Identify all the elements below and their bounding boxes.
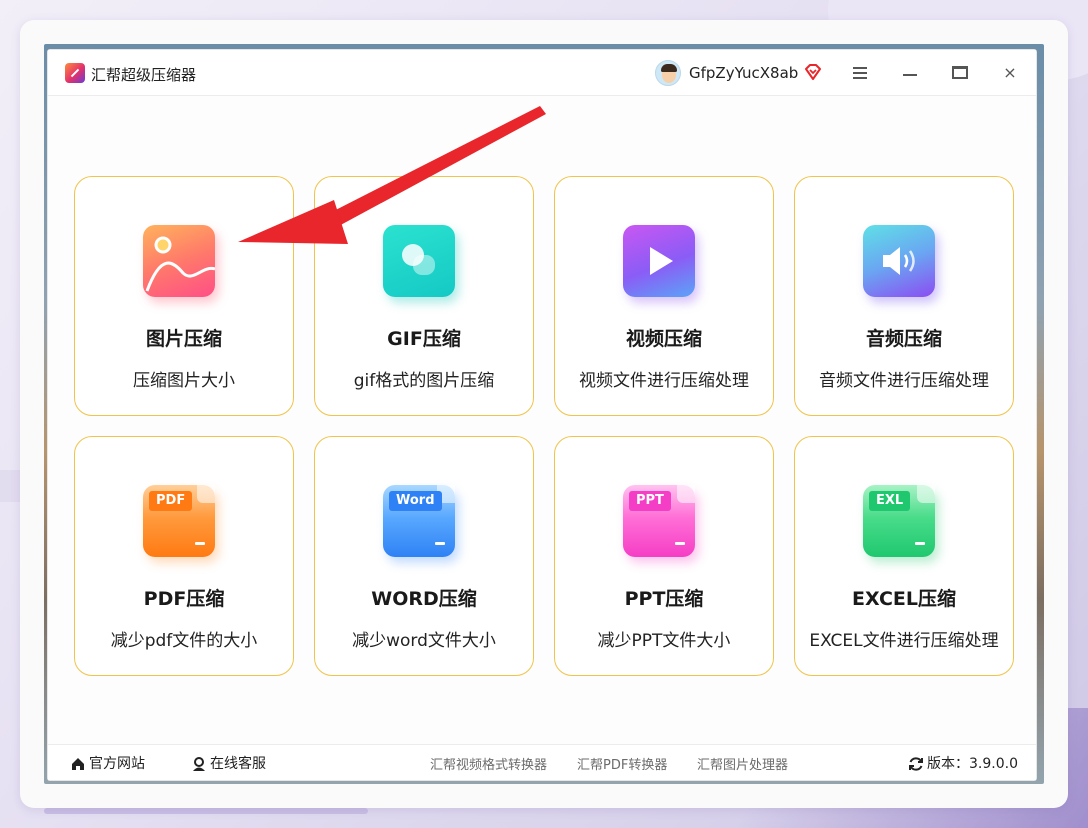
card-title: GIF压缩 [387,328,461,350]
username[interactable]: GfpZyYucX8ab [689,64,798,82]
background-strip [44,808,368,814]
pdf-file-icon: PDF [143,485,215,557]
image-icon [143,225,216,297]
excel-file-icon: EXL [863,485,935,557]
card-video-compress[interactable]: 视频压缩 视频文件进行压缩处理 [554,176,774,416]
card-description: gif格式的图片压缩 [353,371,495,391]
gif-icon [383,225,455,297]
ppt-tag: PPT [629,491,671,511]
card-ppt-compress[interactable]: PPT PPT压缩 减少PPT文件大小 [554,436,774,676]
card-excel-compress[interactable]: EXL EXCEL压缩 EXCEL文件进行压缩处理 [794,436,1014,676]
vip-diamond-icon[interactable] [803,62,823,82]
card-title: EXCEL压缩 [852,588,956,610]
menu-button[interactable] [848,62,872,84]
card-description: 减少word文件大小 [352,631,496,651]
card-title: 视频压缩 [625,328,702,350]
video-play-icon [623,225,695,297]
footer-link-video-converter[interactable]: 汇帮视频格式转换器 [430,754,547,773]
word-file-icon: Word [383,485,455,557]
ppt-file-icon: PPT [623,485,695,557]
online-service-link[interactable]: 在线客服 [191,753,266,773]
version-info[interactable]: 版本：3.9.0.0 [908,753,1018,773]
excel-tag: EXL [869,491,911,511]
card-description: 视频文件进行压缩处理 [579,371,749,391]
version-label: 版本：3.9.0.0 [927,756,1018,772]
card-title: WORD压缩 [371,588,477,610]
minimize-button[interactable] [898,62,922,84]
user-avatar[interactable] [655,60,681,86]
card-description: 减少pdf文件的大小 [110,631,258,651]
home-icon [72,758,84,770]
minimize-icon [903,74,917,76]
card-gif-compress[interactable]: GIF压缩 gif格式的图片压缩 [314,176,534,416]
footer-link-pdf-converter[interactable]: 汇帮PDF转换器 [577,754,667,773]
app-window: 汇帮超级压缩器 GfpZyYucX8ab × 图片压缩 压缩图片大小 GIF压缩… [48,50,1036,780]
app-logo-icon [65,63,85,83]
card-word-compress[interactable]: Word WORD压缩 减少word文件大小 [314,436,534,676]
close-icon: × [1003,63,1017,82]
online-service-label: 在线客服 [210,756,266,772]
card-description: EXCEL文件进行压缩处理 [809,631,999,651]
title-bar: 汇帮超级压缩器 GfpZyYucX8ab × [48,50,1036,96]
card-pdf-compress[interactable]: PDF PDF压缩 减少pdf文件的大小 [74,436,294,676]
audio-speaker-icon [863,225,935,297]
card-audio-compress[interactable]: 音频压缩 音频文件进行压缩处理 [794,176,1014,416]
card-description: 压缩图片大小 [133,371,235,391]
maximize-button[interactable] [948,62,972,84]
card-description: 音频文件进行压缩处理 [819,371,989,391]
card-title: 图片压缩 [145,328,222,350]
card-title: PDF压缩 [143,588,225,610]
pdf-tag: PDF [149,491,193,511]
official-website-label: 官方网站 [89,756,145,772]
word-tag: Word [389,491,442,511]
refresh-icon [909,757,923,771]
customer-service-icon [193,757,205,771]
maximize-icon [952,66,968,79]
close-button[interactable]: × [998,62,1022,84]
card-description: 减少PPT文件大小 [597,631,731,651]
official-website-link[interactable]: 官方网站 [70,753,145,773]
hamburger-menu-icon [853,67,867,79]
card-title: PPT压缩 [624,588,704,610]
card-image-compress[interactable]: 图片压缩 压缩图片大小 [74,176,294,416]
app-title: 汇帮超级压缩器 [91,66,197,84]
card-title: 音频压缩 [865,328,942,350]
footer-link-image-processor[interactable]: 汇帮图片处理器 [697,754,788,773]
footer-bar: 官方网站 在线客服 汇帮视频格式转换器 汇帮PDF转换器 汇帮图片处理器 版本：… [48,744,1036,780]
